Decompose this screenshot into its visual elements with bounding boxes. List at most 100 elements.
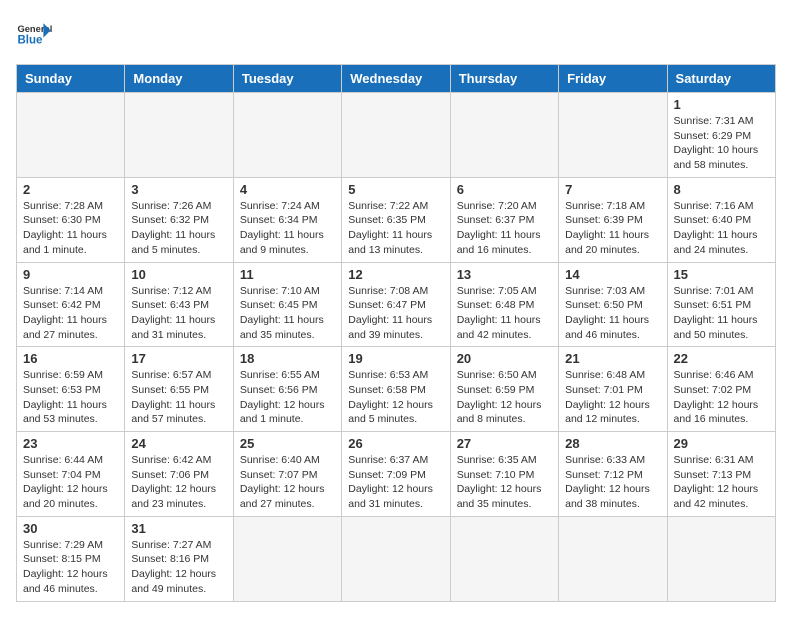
day-number: 22 [674, 351, 769, 366]
header: General Blue [16, 16, 776, 52]
day-number: 24 [131, 436, 226, 451]
day-number: 31 [131, 521, 226, 536]
day-number: 13 [457, 267, 552, 282]
calendar-week-row: 9Sunrise: 7:14 AMSunset: 6:42 PMDaylight… [17, 262, 776, 347]
day-info: Sunrise: 7:01 AMSunset: 6:51 PMDaylight:… [674, 284, 769, 343]
calendar-day-cell: 23 Sunrise: 6:44 AMSunset: 7:04 PMDayligh… [17, 432, 125, 517]
calendar-day-cell: 22 Sunrise: 6:46 AMSunset: 7:02 PMDayligh… [667, 347, 775, 432]
calendar-day-cell-empty [667, 516, 775, 601]
calendar-day-cell: 5Sunrise: 7:22 AMSunset: 6:35 PMDaylight… [342, 177, 450, 262]
calendar-week-row: 2Sunrise: 7:28 AMSunset: 6:30 PMDaylight… [17, 177, 776, 262]
calendar-day-cell: 30 Sunrise: 7:29 AMSunset: 8:15 PMDayligh… [17, 516, 125, 601]
day-number: 28 [565, 436, 660, 451]
calendar-day-cell: 9Sunrise: 7:14 AMSunset: 6:42 PMDaylight… [17, 262, 125, 347]
calendar-week-row: 30 Sunrise: 7:29 AMSunset: 8:15 PMDayligh… [17, 516, 776, 601]
calendar-day-cell: 16Sunrise: 6:59 AMSunset: 6:53 PMDayligh… [17, 347, 125, 432]
day-info: Sunrise: 7:20 AMSunset: 6:37 PMDaylight:… [457, 199, 552, 258]
day-info: Sunrise: 7:05 AMSunset: 6:48 PMDaylight:… [457, 284, 552, 343]
day-info: Sunrise: 7:26 AMSunset: 6:32 PMDaylight:… [131, 199, 226, 258]
day-info: Sunrise: 6:55 AMSunset: 6:56 PMDaylight:… [240, 368, 335, 427]
logo: General Blue [16, 16, 52, 52]
calendar-day-cell: 6 Sunrise: 7:20 AMSunset: 6:37 PMDaylight… [450, 177, 558, 262]
weekday-header: Friday [559, 65, 667, 93]
weekday-header: Sunday [17, 65, 125, 93]
day-info: Sunrise: 6:57 AMSunset: 6:55 PMDaylight:… [131, 368, 226, 427]
calendar-day-cell: 13 Sunrise: 7:05 AMSunset: 6:48 PMDayligh… [450, 262, 558, 347]
day-info: Sunrise: 6:42 AMSunset: 7:06 PMDaylight:… [131, 453, 226, 512]
calendar-day-cell: 25 Sunrise: 6:40 AMSunset: 7:07 PMDayligh… [233, 432, 341, 517]
day-info: Sunrise: 6:31 AMSunset: 7:13 PMDaylight:… [674, 453, 769, 512]
day-number: 6 [457, 182, 552, 197]
calendar-day-cell: 17Sunrise: 6:57 AMSunset: 6:55 PMDayligh… [125, 347, 233, 432]
day-number: 29 [674, 436, 769, 451]
day-info: Sunrise: 7:16 AMSunset: 6:40 PMDaylight:… [674, 199, 769, 258]
day-info: Sunrise: 7:29 AMSunset: 8:15 PMDaylight:… [23, 538, 118, 597]
day-info: Sunrise: 6:40 AMSunset: 7:07 PMDaylight:… [240, 453, 335, 512]
day-info: Sunrise: 7:03 AMSunset: 6:50 PMDaylight:… [565, 284, 660, 343]
calendar-day-cell: 27 Sunrise: 6:35 AMSunset: 7:10 PMDayligh… [450, 432, 558, 517]
calendar-day-cell: 14 Sunrise: 7:03 AMSunset: 6:50 PMDayligh… [559, 262, 667, 347]
calendar-day-cell: 7 Sunrise: 7:18 AMSunset: 6:39 PMDaylight… [559, 177, 667, 262]
day-number: 21 [565, 351, 660, 366]
calendar-day-cell: 20 Sunrise: 6:50 AMSunset: 6:59 PMDayligh… [450, 347, 558, 432]
calendar-day-cell: 10Sunrise: 7:12 AMSunset: 6:43 PMDayligh… [125, 262, 233, 347]
day-number: 23 [23, 436, 118, 451]
day-info: Sunrise: 7:18 AMSunset: 6:39 PMDaylight:… [565, 199, 660, 258]
day-info: Sunrise: 6:33 AMSunset: 7:12 PMDaylight:… [565, 453, 660, 512]
svg-text:Blue: Blue [17, 34, 43, 46]
day-number: 27 [457, 436, 552, 451]
day-info: Sunrise: 6:35 AMSunset: 7:10 PMDaylight:… [457, 453, 552, 512]
day-info: Sunrise: 7:31 AMSunset: 6:29 PMDaylight:… [674, 114, 769, 173]
calendar-day-cell: 4 Sunrise: 7:24 AMSunset: 6:34 PMDaylight… [233, 177, 341, 262]
calendar-day-cell: 26Sunrise: 6:37 AMSunset: 7:09 PMDayligh… [342, 432, 450, 517]
calendar-day-cell [342, 93, 450, 178]
day-info: Sunrise: 6:48 AMSunset: 7:01 PMDaylight:… [565, 368, 660, 427]
calendar-day-cell: 2Sunrise: 7:28 AMSunset: 6:30 PMDaylight… [17, 177, 125, 262]
day-number: 14 [565, 267, 660, 282]
calendar-day-cell: 8 Sunrise: 7:16 AMSunset: 6:40 PMDaylight… [667, 177, 775, 262]
calendar-day-cell [125, 93, 233, 178]
day-number: 30 [23, 521, 118, 536]
calendar-table: SundayMondayTuesdayWednesdayThursdayFrid… [16, 64, 776, 602]
day-number: 16 [23, 351, 118, 366]
calendar-day-cell-empty [559, 516, 667, 601]
day-info: Sunrise: 6:37 AMSunset: 7:09 PMDaylight:… [348, 453, 443, 512]
day-number: 4 [240, 182, 335, 197]
day-number: 19 [348, 351, 443, 366]
calendar-day-cell: 1Sunrise: 7:31 AMSunset: 6:29 PMDaylight… [667, 93, 775, 178]
weekday-header: Monday [125, 65, 233, 93]
calendar-day-cell [233, 93, 341, 178]
calendar-day-cell: 21 Sunrise: 6:48 AMSunset: 7:01 PMDayligh… [559, 347, 667, 432]
calendar-day-cell: 29 Sunrise: 6:31 AMSunset: 7:13 PMDayligh… [667, 432, 775, 517]
calendar-day-cell-empty [233, 516, 341, 601]
day-info: Sunrise: 6:44 AMSunset: 7:04 PMDaylight:… [23, 453, 118, 512]
day-number: 5 [348, 182, 443, 197]
day-number: 8 [674, 182, 769, 197]
weekday-header-row: SundayMondayTuesdayWednesdayThursdayFrid… [17, 65, 776, 93]
day-info: Sunrise: 6:50 AMSunset: 6:59 PMDaylight:… [457, 368, 552, 427]
day-number: 7 [565, 182, 660, 197]
day-info: Sunrise: 7:24 AMSunset: 6:34 PMDaylight:… [240, 199, 335, 258]
day-info: Sunrise: 7:14 AMSunset: 6:42 PMDaylight:… [23, 284, 118, 343]
day-number: 11 [240, 267, 335, 282]
day-info: Sunrise: 6:46 AMSunset: 7:02 PMDaylight:… [674, 368, 769, 427]
day-number: 3 [131, 182, 226, 197]
day-number: 25 [240, 436, 335, 451]
calendar-day-cell [17, 93, 125, 178]
calendar-week-row: 16Sunrise: 6:59 AMSunset: 6:53 PMDayligh… [17, 347, 776, 432]
general-blue-logo: General Blue [16, 16, 52, 52]
calendar-day-cell-empty [450, 516, 558, 601]
calendar-day-cell-empty [342, 516, 450, 601]
day-info: Sunrise: 7:28 AMSunset: 6:30 PMDaylight:… [23, 199, 118, 258]
calendar-day-cell: 24 Sunrise: 6:42 AMSunset: 7:06 PMDayligh… [125, 432, 233, 517]
calendar-day-cell: 28 Sunrise: 6:33 AMSunset: 7:12 PMDayligh… [559, 432, 667, 517]
calendar-body: 1Sunrise: 7:31 AMSunset: 6:29 PMDaylight… [17, 93, 776, 602]
day-info: Sunrise: 7:08 AMSunset: 6:47 PMDaylight:… [348, 284, 443, 343]
day-number: 15 [674, 267, 769, 282]
calendar-day-cell [450, 93, 558, 178]
day-number: 20 [457, 351, 552, 366]
calendar-day-cell: 15 Sunrise: 7:01 AMSunset: 6:51 PMDayligh… [667, 262, 775, 347]
calendar-week-row: 23 Sunrise: 6:44 AMSunset: 7:04 PMDayligh… [17, 432, 776, 517]
calendar-week-row: 1Sunrise: 7:31 AMSunset: 6:29 PMDaylight… [17, 93, 776, 178]
day-number: 10 [131, 267, 226, 282]
